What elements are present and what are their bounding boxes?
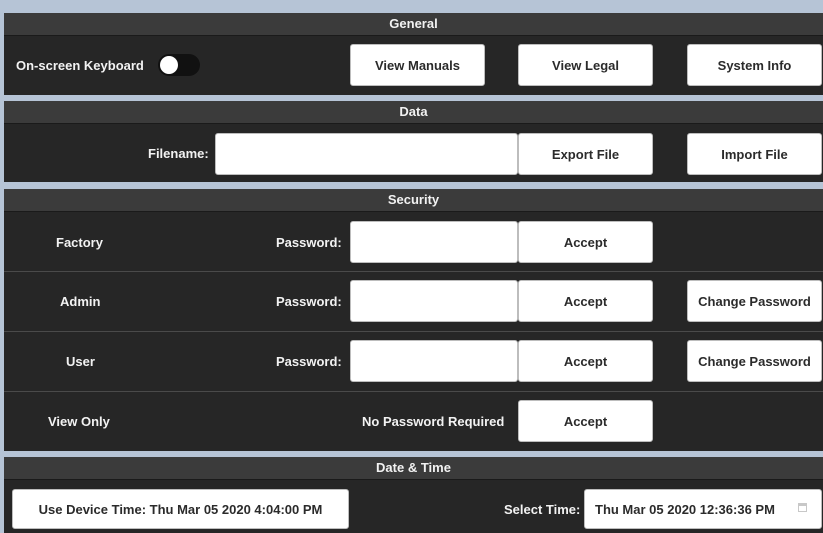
view-manuals-button[interactable]: View Manuals (350, 44, 485, 86)
datetime-section: Date & Time Use Device Time: Thu Mar 05 … (4, 457, 823, 533)
admin-accept-button[interactable]: Accept (518, 280, 653, 322)
select-time-value: Thu Mar 05 2020 12:36:36 PM (595, 501, 775, 517)
general-section: General On-screen Keyboard View Manuals … (4, 13, 823, 95)
role-label: View Only (48, 414, 110, 429)
data-row: Filename: Export File Import File (4, 124, 823, 182)
datetime-row: Use Device Time: Thu Mar 05 2020 4:04:00… (4, 480, 823, 533)
security-row-admin: Admin Password: Accept Change Password (4, 271, 823, 331)
no-password-label: No Password Required (362, 414, 505, 429)
password-label: Password: (276, 354, 342, 369)
general-row: On-screen Keyboard View Manuals View Leg… (4, 36, 823, 95)
select-time-label: Select Time: (504, 502, 581, 517)
factory-password-input[interactable] (350, 221, 518, 263)
role-label: Factory (56, 235, 103, 250)
user-change-password-button[interactable]: Change Password (687, 340, 822, 382)
password-label: Password: (276, 235, 342, 250)
select-time-input[interactable]: Thu Mar 05 2020 12:36:36 PM (584, 489, 822, 529)
calendar-icon (798, 503, 807, 512)
factory-accept-button[interactable]: Accept (518, 221, 653, 263)
security-row-factory: Factory Password: Accept (4, 212, 823, 271)
filename-input[interactable] (215, 133, 518, 175)
password-label: Password: (276, 294, 342, 309)
security-section: Security Factory Password: Accept Admin … (4, 189, 823, 451)
toggle-knob (160, 56, 178, 74)
data-header: Data (4, 101, 823, 124)
keyboard-label: On-screen Keyboard (16, 58, 144, 73)
general-header: General (4, 13, 823, 36)
import-file-button[interactable]: Import File (687, 133, 822, 175)
admin-change-password-button[interactable]: Change Password (687, 280, 822, 322)
view-legal-button[interactable]: View Legal (518, 44, 653, 86)
use-device-time-button[interactable]: Use Device Time: Thu Mar 05 2020 4:04:00… (12, 489, 349, 529)
system-info-button[interactable]: System Info (687, 44, 822, 86)
view-only-accept-button[interactable]: Accept (518, 400, 653, 442)
security-row-user: User Password: Accept Change Password (4, 331, 823, 391)
user-password-input[interactable] (350, 340, 518, 382)
admin-password-input[interactable] (350, 280, 518, 322)
datetime-header: Date & Time (4, 457, 823, 480)
security-row-view-only: View Only No Password Required Accept (4, 391, 823, 452)
role-label: User (66, 354, 95, 369)
export-file-button[interactable]: Export File (518, 133, 653, 175)
user-accept-button[interactable]: Accept (518, 340, 653, 382)
filename-label: Filename: (148, 146, 209, 161)
security-header: Security (4, 189, 823, 212)
data-section: Data Filename: Export File Import File (4, 101, 823, 182)
role-label: Admin (60, 294, 101, 309)
keyboard-toggle[interactable] (158, 54, 200, 76)
